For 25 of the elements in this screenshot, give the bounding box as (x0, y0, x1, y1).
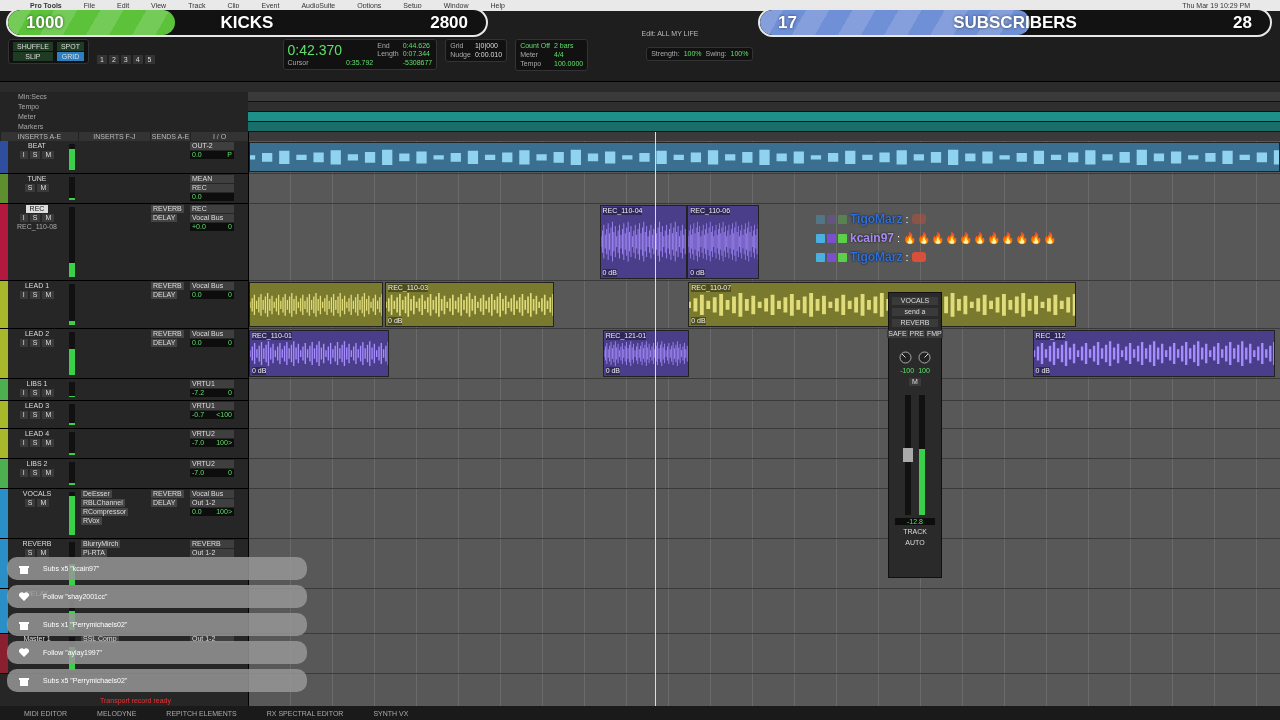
goal-start: 1000 (26, 12, 64, 33)
fader-handle[interactable] (903, 448, 913, 462)
gift-icon (19, 619, 29, 630)
heart-icon (19, 648, 29, 657)
audio-clip[interactable] (249, 142, 1280, 172)
chat-message: 🔥🔥🔥🔥🔥🔥🔥🔥🔥🔥🔥 (903, 231, 1058, 245)
goal-label: KICKS (220, 12, 274, 33)
chat-separator: : (905, 213, 909, 225)
main-counter: 0:42.370 (287, 42, 342, 58)
gift-icon (19, 675, 29, 686)
chat-username: TigoMarz (850, 250, 903, 264)
chat-username: kcain97 (850, 231, 895, 245)
chat-separator: : (897, 232, 901, 244)
emote-icon (911, 252, 926, 262)
goal-start: 17 (778, 12, 797, 33)
emote-icon (911, 214, 926, 224)
audio-clip[interactable] (249, 282, 383, 327)
waveform (688, 220, 759, 264)
goal-end: 28 (1233, 12, 1252, 33)
pan-knob-icon[interactable] (918, 351, 931, 364)
goal-end: 2800 (430, 12, 468, 33)
chat-username: TigoMarz (850, 212, 903, 226)
pan-knob-icon[interactable] (899, 351, 912, 364)
chat-separator: : (905, 251, 909, 263)
gift-icon (19, 563, 29, 574)
